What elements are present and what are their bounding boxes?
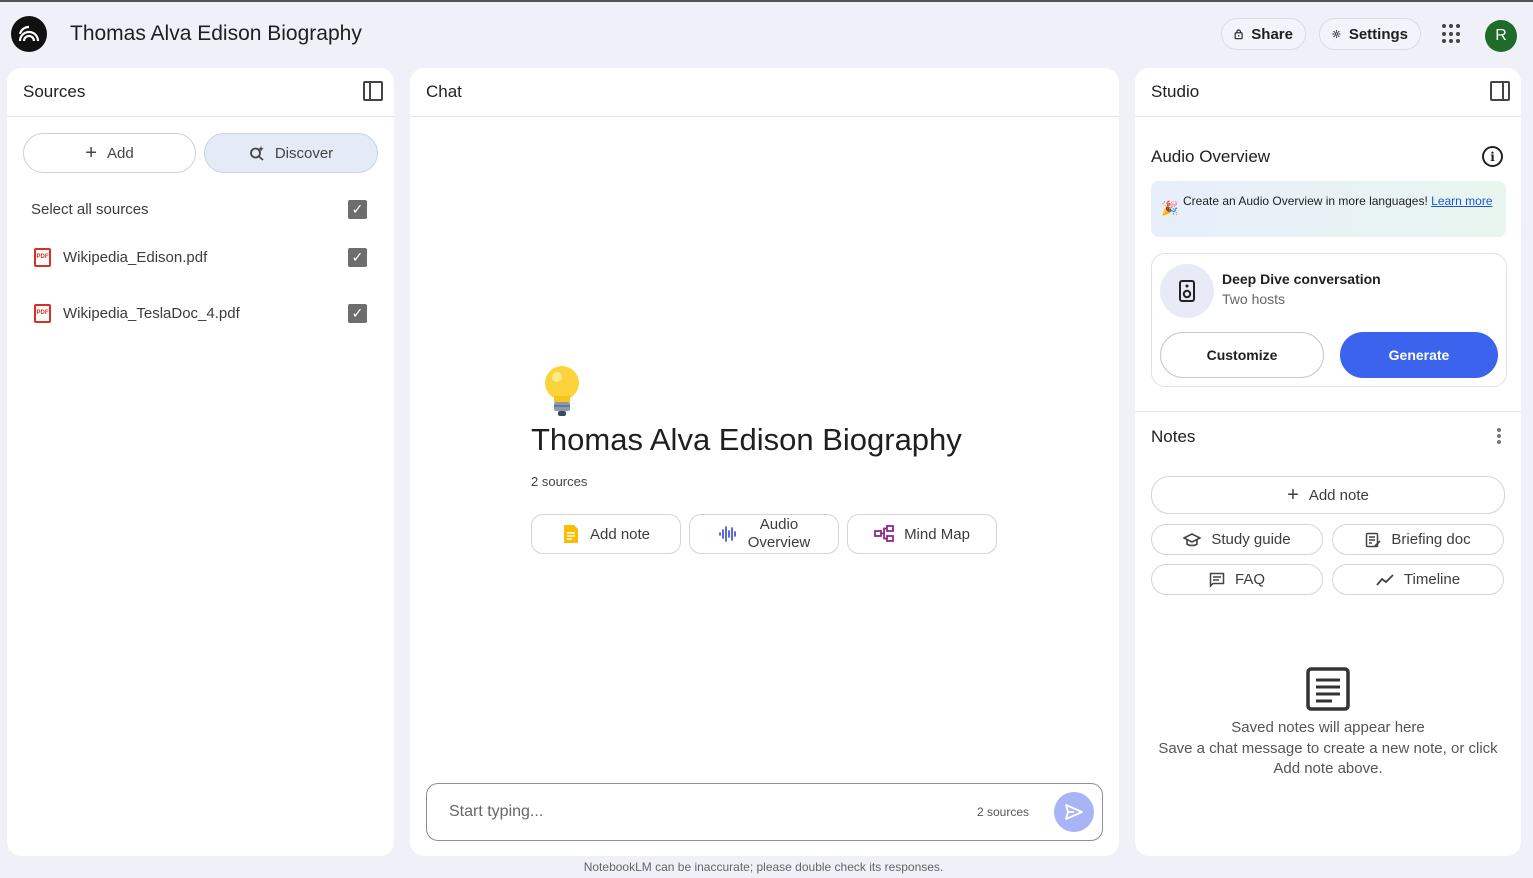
add-note-button[interactable]: + Add note [1151, 476, 1505, 514]
source-item[interactable]: PDF Wikipedia_Edison.pdf ✓ [7, 242, 394, 272]
notes-document-icon [1306, 667, 1350, 711]
note-icon [563, 525, 578, 543]
source-item[interactable]: PDF Wikipedia_TeslaDoc_4.pdf ✓ [7, 298, 394, 328]
mind-map-chip[interactable]: Mind Map [847, 514, 997, 554]
empty-notes-subtitle: Save a chat message to create a new note… [1158, 740, 1498, 777]
add-note-chip[interactable]: Add note [531, 514, 681, 554]
share-label: Share [1251, 25, 1293, 43]
info-icon[interactable]: i [1482, 146, 1503, 167]
add-source-button[interactable]: + Add [23, 133, 196, 173]
faq-button[interactable]: FAQ [1151, 564, 1323, 595]
briefing-doc-label: Briefing doc [1391, 531, 1471, 548]
lock-icon [1234, 29, 1243, 40]
sources-title: Sources [23, 82, 86, 101]
settings-button[interactable]: Settings [1319, 18, 1421, 50]
source-checkbox[interactable]: ✓ [348, 303, 367, 323]
sources-header: Sources [7, 68, 394, 117]
chat-input[interactable] [449, 803, 929, 821]
mind-map-label: Mind Map [904, 525, 970, 543]
trend-line-icon [1376, 573, 1394, 586]
study-guide-button[interactable]: Study guide [1151, 524, 1323, 555]
timeline-label: Timeline [1403, 571, 1461, 588]
select-all-row: Select all sources ✓ [7, 194, 394, 224]
send-icon [1065, 804, 1083, 820]
chat-title: Chat [426, 82, 462, 101]
notebooklm-logo-icon[interactable] [11, 16, 47, 52]
party-popper-icon: 🎉 [1161, 200, 1179, 216]
settings-label: Settings [1348, 25, 1408, 43]
chat-input-box: 2 sources [426, 783, 1103, 841]
source-name: Wikipedia_Edison.pdf [63, 248, 208, 266]
studio-title: Studio [1151, 82, 1200, 101]
chat-notebook-title: Thomas Alva Edison Biography [531, 422, 962, 457]
collapse-panel-icon[interactable] [363, 81, 383, 101]
source-checkbox[interactable]: ✓ [348, 247, 367, 267]
deep-dive-card: Deep Dive conversation Two hosts Customi… [1151, 253, 1507, 387]
chat-header: Chat [410, 68, 1119, 117]
timeline-button[interactable]: Timeline [1332, 564, 1504, 595]
briefing-doc-button[interactable]: Briefing doc [1332, 524, 1504, 555]
pdf-icon: PDF [34, 247, 51, 267]
select-all-checkbox[interactable]: ✓ [348, 199, 367, 219]
lightbulb-icon [545, 366, 579, 416]
study-guide-label: Study guide [1211, 531, 1291, 548]
deep-dive-title: Deep Dive conversation [1222, 271, 1381, 287]
audio-label-line2: Overview [747, 534, 811, 551]
input-sources-count: 2 sources [977, 805, 1030, 819]
plus-icon: + [85, 142, 97, 164]
discover-button[interactable]: Discover [204, 133, 378, 173]
studio-header: Studio [1135, 68, 1521, 117]
learn-more-link[interactable]: Learn more [1431, 194, 1492, 208]
banner-text: Create an Audio Overview in more languag… [1183, 194, 1428, 208]
graduation-cap-icon [1183, 532, 1202, 546]
faq-chat-icon [1209, 572, 1225, 588]
collapse-panel-icon[interactable] [1490, 81, 1510, 101]
gear-icon [1332, 29, 1341, 39]
faq-label: FAQ [1234, 571, 1265, 588]
apps-grid-icon[interactable] [1442, 24, 1462, 44]
empty-notes-title: Saved notes will appear here [1231, 719, 1425, 736]
plus-icon: + [1287, 484, 1299, 506]
divider [1135, 411, 1521, 412]
share-button[interactable]: Share [1221, 18, 1306, 50]
sources-panel: Sources + Add Discover Select all source… [7, 68, 394, 856]
customize-button[interactable]: Customize [1160, 332, 1324, 378]
document-edit-icon [1366, 532, 1381, 547]
languages-banner: 🎉 Create an Audio Overview in more langu… [1151, 181, 1506, 237]
generate-button[interactable]: Generate [1340, 332, 1498, 378]
mind-map-icon [874, 525, 894, 542]
speaker-icon [1160, 264, 1214, 318]
add-label: Add [106, 144, 134, 162]
select-all-label: Select all sources [31, 200, 149, 218]
avatar[interactable]: R [1485, 20, 1517, 52]
chat-panel: Chat Thomas Alva Edison Biography 2 sour… [410, 68, 1119, 856]
more-options-icon[interactable] [1497, 428, 1501, 444]
audio-overview-chip[interactable]: Audio Overview [689, 514, 839, 554]
top-bar: Thomas Alva Edison Biography Share Setti… [0, 2, 1533, 66]
notebook-title[interactable]: Thomas Alva Edison Biography [70, 22, 362, 46]
audio-waveform-icon [718, 526, 736, 542]
add-note-btn-label: Add note [1308, 486, 1369, 504]
send-button[interactable] [1054, 792, 1094, 832]
notes-title: Notes [1151, 427, 1196, 446]
audio-overview-title: Audio Overview [1151, 147, 1271, 166]
discover-label: Discover [274, 144, 334, 162]
sources-count: 2 sources [531, 474, 588, 489]
source-name: Wikipedia_TeslaDoc_4.pdf [63, 304, 240, 322]
audio-label-line1: Audio [759, 516, 799, 533]
disclaimer-footer: NotebookLM can be inaccurate; please dou… [583, 860, 944, 874]
deep-dive-subtitle: Two hosts [1222, 291, 1286, 307]
discover-search-icon [249, 146, 264, 161]
studio-panel: Studio Audio Overview i 🎉 Create an Audi… [1135, 68, 1521, 856]
add-note-label: Add note [589, 525, 651, 543]
pdf-icon: PDF [34, 303, 51, 323]
